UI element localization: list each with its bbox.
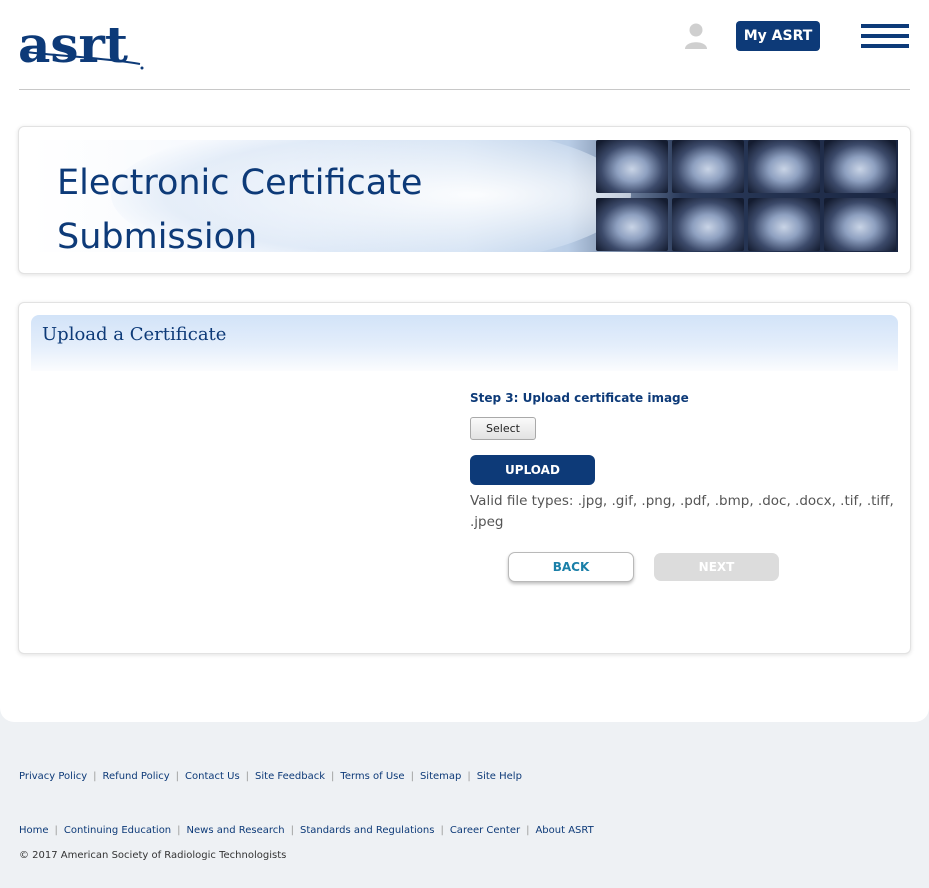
upload-certificate-panel: Upload a Certificate Step 3: Upload cert… [18,302,911,654]
footer-link-standards-and-regulations[interactable]: Standards and Regulations [300,825,434,836]
my-asrt-button[interactable]: My ASRT [736,21,820,51]
page-title: Electronic Certificate Submission [57,156,477,252]
panel-header: Upload a Certificate [31,315,898,371]
footer-links-primary: Privacy Policy | Refund Policy | Contact Us |… [19,771,522,782]
banner-card: Electronic Certificate Submission [18,126,911,274]
footer-link-about-asrt[interactable]: About ASRT [535,825,593,836]
footer-link-privacy-policy[interactable]: Privacy Policy [19,771,87,782]
footer-link-home[interactable]: Home [19,825,49,836]
next-button-disabled: NEXT [654,553,779,581]
page-title-line: Submission [57,217,258,252]
mri-scan-image [824,198,896,251]
footer-links-secondary: Home | Continuing Education | News and Resea… [19,825,594,836]
upload-button[interactable]: UPLOAD [470,455,595,485]
valid-file-types-text: Valid file types: .jpg, .gif, .png, .pdf… [470,493,894,530]
mri-scan-image [824,140,896,193]
page-body: asrt My ASRT Electronic Certificate Subm… [0,0,929,722]
mri-scan-image [596,140,668,193]
footer-link-news-and-research[interactable]: News and Research [187,825,285,836]
footer-link-refund-policy[interactable]: Refund Policy [103,771,170,782]
menu-bar [861,24,909,28]
banner-image: Electronic Certificate Submission [31,140,898,252]
mri-scan-image [748,198,820,251]
panel-title: Upload a Certificate [42,324,227,345]
footer-link-sitemap[interactable]: Sitemap [420,771,461,782]
mri-scan-image [672,140,744,193]
asrt-logo[interactable]: asrt [18,14,148,72]
menu-bar [861,44,909,48]
select-file-button[interactable]: Select [470,417,536,440]
footer-link-continuing-education[interactable]: Continuing Education [64,825,171,836]
header-divider [19,89,910,90]
hamburger-menu-icon[interactable] [861,24,909,50]
mri-scan-collage [596,140,898,252]
footer-link-site-feedback[interactable]: Site Feedback [255,771,325,782]
back-button[interactable]: BACK [508,552,634,582]
footer-link-contact-us[interactable]: Contact Us [185,771,240,782]
footer-link-site-help[interactable]: Site Help [477,771,522,782]
mri-scan-image [672,198,744,251]
page-title-line: Electronic Certificate [57,163,423,203]
footer-link-career-center[interactable]: Career Center [450,825,520,836]
copyright-text: © 2017 American Society of Radiologic Te… [19,850,287,861]
user-icon[interactable] [684,22,708,50]
footer-link-terms-of-use[interactable]: Terms of Use [340,771,404,782]
mri-scan-image [596,198,668,251]
svg-text:asrt: asrt [18,15,128,72]
mri-scan-image [748,140,820,193]
step-label: Step 3: Upload certificate image [470,391,689,405]
menu-bar [861,34,909,38]
